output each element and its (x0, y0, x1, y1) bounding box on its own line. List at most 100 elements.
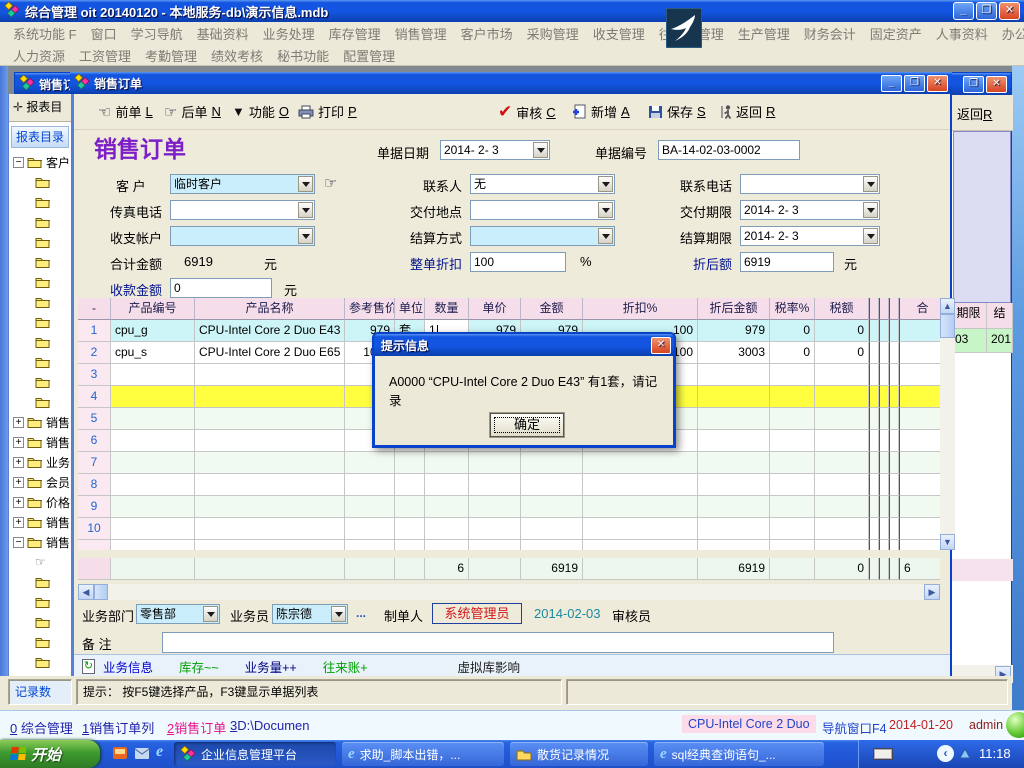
grid-cell[interactable] (698, 518, 770, 540)
grid-cell[interactable] (469, 518, 521, 540)
grid-cell[interactable] (869, 474, 879, 496)
grid-cell[interactable] (425, 452, 469, 474)
grid-cell[interactable] (195, 386, 345, 408)
menu-item[interactable]: 财务会计 (797, 24, 863, 43)
dept-combo[interactable]: 零售部 (136, 604, 220, 624)
table-row[interactable]: 8 (78, 474, 940, 496)
grid-cell[interactable] (770, 540, 815, 550)
menu-item[interactable]: 考勤管理 (138, 46, 204, 65)
minimize-button[interactable]: _ (953, 2, 974, 20)
dropdown-arrow-icon[interactable] (298, 176, 313, 192)
grid-cell[interactable] (583, 452, 698, 474)
task-button[interactable]: e求助_脚本出错，... (342, 742, 504, 766)
grid-cell[interactable] (889, 364, 899, 386)
grid-cell[interactable] (889, 408, 899, 430)
doc-date-combo[interactable]: 2014- 2- 3 (440, 140, 550, 160)
dropdown-arrow-icon[interactable] (298, 228, 313, 244)
menu-item[interactable]: 窗口 (84, 24, 124, 43)
grid-cell[interactable] (770, 452, 815, 474)
grid-cell[interactable] (815, 496, 869, 518)
grid-cell[interactable] (521, 474, 583, 496)
received-field[interactable]: 0 (170, 278, 272, 298)
tree-expand-icon[interactable]: + (13, 457, 24, 468)
back-close-button[interactable]: ✕ (986, 76, 1007, 93)
tree-item[interactable] (9, 172, 71, 192)
grid-cell[interactable] (899, 320, 940, 342)
menu-item[interactable]: 人事资料 (929, 24, 995, 43)
table-row[interactable] (78, 540, 940, 550)
tree-item[interactable] (9, 652, 71, 672)
nav-window-link[interactable]: 导航窗口F4 (822, 718, 887, 737)
grid-cell[interactable] (469, 452, 521, 474)
grid-cell[interactable] (195, 452, 345, 474)
grid-cell[interactable] (111, 364, 195, 386)
customer-combo[interactable]: 临时客户 (170, 174, 315, 194)
menu-item[interactable]: 学习导航 (124, 24, 190, 43)
grid-cell[interactable] (770, 496, 815, 518)
info-item[interactable]: 业务信息 (103, 657, 153, 676)
grid-cell[interactable] (425, 496, 469, 518)
grid-cell[interactable] (521, 452, 583, 474)
menu-item[interactable]: 销售管理 (388, 24, 454, 43)
grid-cell[interactable] (815, 430, 869, 452)
tree-expand-icon[interactable]: + (13, 497, 24, 508)
grid-cell[interactable] (469, 474, 521, 496)
grid-cell[interactable] (889, 540, 899, 550)
tree-expand-icon[interactable]: + (13, 477, 24, 488)
grid-cell[interactable]: CPU-Intel Core 2 Duo E43 (195, 320, 345, 342)
tree-item[interactable] (9, 312, 71, 332)
dropdown-arrow-icon[interactable] (598, 228, 613, 244)
grid-cell[interactable] (815, 474, 869, 496)
info-item[interactable]: 业务量++ (245, 657, 297, 676)
table-row[interactable]: 9 (78, 496, 940, 518)
grid-cell[interactable] (869, 364, 879, 386)
info-item[interactable]: 虚拟库影响 (458, 657, 521, 676)
dropdown-arrow-icon[interactable] (598, 202, 613, 218)
grid-cell[interactable] (879, 518, 889, 540)
phone-combo[interactable] (740, 174, 880, 194)
grid-cell[interactable] (111, 408, 195, 430)
quicklaunch-ie-icon[interactable]: e (156, 743, 163, 761)
dropdown-arrow-icon[interactable] (298, 202, 313, 218)
grid-cell[interactable] (899, 518, 940, 540)
grid-cell[interactable] (899, 408, 940, 430)
tree-expand-icon[interactable]: + (13, 417, 24, 428)
grid-cell[interactable] (395, 452, 425, 474)
tree-item[interactable]: ☞ (9, 552, 71, 572)
grid-cell[interactable] (889, 452, 899, 474)
dropdown-arrow-icon[interactable] (203, 606, 218, 622)
tree-item[interactable] (9, 212, 71, 232)
grid-cell[interactable] (869, 496, 879, 518)
grid-cell[interactable]: cpu_s (111, 342, 195, 364)
tree-item[interactable] (9, 592, 71, 612)
tree-expand-icon[interactable]: − (13, 537, 24, 548)
grid-cell[interactable] (111, 474, 195, 496)
grid-cell[interactable] (899, 540, 940, 550)
doc-no-field[interactable]: BA-14-02-03-0002 (658, 140, 800, 160)
grid-cell[interactable] (869, 408, 879, 430)
grid-cell[interactable] (395, 540, 425, 550)
grid-cell[interactable] (195, 430, 345, 452)
dropdown-arrow-icon[interactable] (533, 142, 548, 158)
grid-cell[interactable] (770, 364, 815, 386)
scroll-right-icon[interactable]: ▶ (924, 584, 940, 600)
maximize-button[interactable]: ❐ (976, 2, 997, 20)
menu-item[interactable]: 办公管理 (995, 24, 1024, 43)
grid-cell[interactable] (698, 540, 770, 550)
tree-item[interactable] (9, 632, 71, 652)
grid-cell[interactable] (521, 518, 583, 540)
vscroll-thumb[interactable] (940, 314, 955, 338)
menu-item[interactable]: 库存管理 (322, 24, 388, 43)
grid-cell[interactable] (869, 518, 879, 540)
tree-item[interactable] (9, 232, 71, 252)
grid-cell[interactable] (815, 386, 869, 408)
menu-item[interactable]: 业务处理 (256, 24, 322, 43)
grid-cell[interactable]: 0 (815, 342, 869, 364)
tree-item[interactable] (9, 392, 71, 412)
grid-cell[interactable]: 0 (770, 320, 815, 342)
grid-cell[interactable]: cpu_g (111, 320, 195, 342)
tray-misc-icon[interactable] (959, 747, 972, 760)
scroll-left-icon[interactable]: ◀ (78, 584, 94, 600)
grid-cell[interactable] (770, 474, 815, 496)
account-combo[interactable] (170, 226, 315, 246)
